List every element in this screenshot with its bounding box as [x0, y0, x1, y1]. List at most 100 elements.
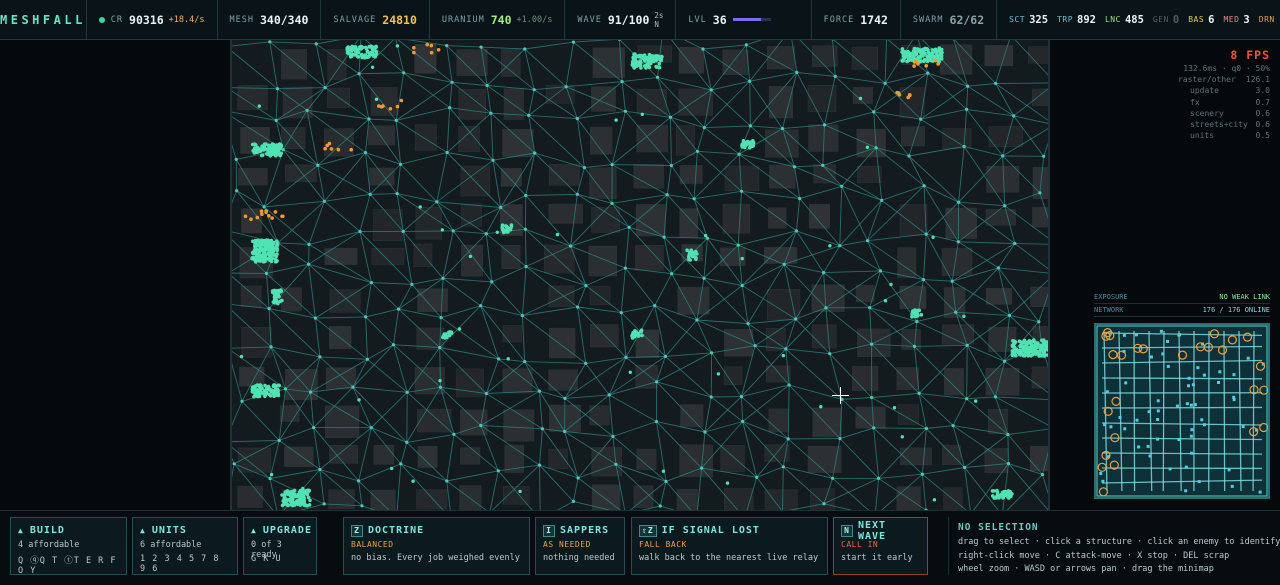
upgrade-hotkeys: G K U — [251, 554, 282, 564]
city-block — [676, 125, 696, 156]
relay-node — [368, 192, 372, 196]
mesh-link — [352, 386, 408, 393]
city-block — [415, 207, 442, 240]
mesh-link — [406, 433, 455, 443]
unit-marker — [929, 58, 934, 63]
mesh-link — [665, 352, 712, 357]
relay-node — [445, 150, 449, 155]
relay-node — [308, 390, 313, 394]
signal-lost-button[interactable]: ⇧Z IF SIGNAL LOST FALL BACK walk back to … — [631, 517, 828, 575]
next-wave-button[interactable]: N NEXT WAVE CALL IN start it early — [833, 517, 928, 575]
relay-node — [523, 360, 527, 364]
mesh-link — [966, 396, 996, 400]
game-map[interactable] — [230, 40, 1050, 510]
mesh-link — [314, 318, 321, 357]
unit-marker — [308, 498, 312, 503]
unit-marker — [449, 331, 454, 335]
city-block — [678, 47, 705, 74]
minimap-link — [1101, 345, 1263, 349]
relay-node — [479, 423, 483, 428]
build-panel[interactable]: ▲ BUILD 4 affordable Q ⓠQ T ⓣT E R F O Y — [10, 517, 127, 576]
unit-marker — [269, 472, 274, 477]
unit-marker — [444, 335, 448, 340]
unit-marker — [932, 498, 937, 502]
enemy-marker — [412, 46, 416, 50]
relay-node — [479, 45, 483, 49]
selection-hint: right-click move · C attack-move · X sto… — [958, 550, 1230, 561]
unit-marker — [889, 282, 893, 287]
relay-node — [746, 322, 750, 326]
relay-node — [1006, 462, 1011, 466]
enemy-marker — [936, 62, 940, 66]
unit-marker — [299, 500, 304, 504]
sappers-button[interactable]: I SAPPERS AS NEEDED nothing needed — [535, 517, 625, 575]
doctrine-hotkey: Z — [351, 524, 363, 537]
mesh-link — [367, 344, 394, 360]
unit-count-trp: TRP 892 — [1057, 14, 1096, 26]
relay-node — [695, 318, 699, 322]
mesh-link — [398, 284, 413, 310]
uranium-counter: URANIUM 740 +1.00/s — [430, 0, 566, 39]
mesh-link — [967, 85, 1014, 117]
mesh-link — [795, 198, 801, 231]
minimap-canvas[interactable] — [1096, 325, 1268, 497]
mesh-link — [966, 345, 968, 399]
unit-marker — [1032, 339, 1036, 344]
relay-node — [795, 70, 799, 74]
minimap-unit — [1197, 480, 1201, 484]
unit-marker — [370, 65, 375, 69]
mesh-link — [395, 120, 402, 165]
mesh-link — [539, 465, 541, 510]
mesh-link — [359, 231, 372, 283]
mesh-link — [670, 117, 672, 166]
unit-marker — [295, 502, 300, 506]
mesh-link — [664, 236, 708, 239]
mesh-link — [1007, 428, 1048, 435]
relay-node — [878, 269, 883, 273]
exposure-line: EXPOSURE NO WEAK LINK — [1094, 291, 1270, 304]
unit-marker — [923, 51, 927, 56]
enemy-marker — [429, 43, 434, 48]
mesh-link — [365, 152, 401, 165]
minimap[interactable] — [1094, 323, 1270, 499]
relay-node — [912, 344, 917, 348]
level-progress-bar — [732, 18, 771, 21]
unit-marker — [274, 154, 278, 158]
enemy-marker — [912, 64, 916, 68]
mesh-link — [867, 200, 883, 241]
unit-marker — [995, 492, 1000, 497]
mesh-link — [371, 282, 412, 285]
mesh-link — [995, 82, 1048, 84]
network-line: NETWORK 176 / 176 ONLINE — [1094, 304, 1270, 317]
upgrade-panel[interactable]: ▲ UPGRADE 0 of 3 ready G K U — [243, 517, 317, 575]
unit-marker — [351, 53, 355, 57]
unit-marker — [500, 225, 505, 230]
minimap-link — [1238, 330, 1242, 492]
minimap-unit — [1200, 418, 1204, 422]
relay-node — [924, 426, 929, 431]
perf-row: units 0.5 — [1190, 130, 1270, 141]
relay-node — [1003, 204, 1007, 208]
mesh-link — [269, 469, 320, 479]
mesh-link — [275, 88, 278, 121]
mesh-link — [352, 344, 394, 388]
unit-count-value: 325 — [1029, 13, 1049, 26]
crosshair-cursor — [832, 387, 849, 404]
relay-node — [357, 479, 361, 483]
city-block — [414, 124, 437, 151]
wave-counter[interactable]: WAVE 91/100 2s N — [565, 0, 677, 39]
unit-marker — [716, 372, 721, 376]
unit-count-bas: BAS 6 — [1188, 14, 1214, 26]
relay-node — [663, 354, 667, 358]
unit-marker — [1034, 351, 1039, 355]
doctrine-button[interactable]: Z DOCTRINE BALANCED no bias. Every job we… — [343, 517, 530, 575]
wave-value: 91/100 — [607, 12, 650, 27]
level-label: LVL — [688, 14, 707, 25]
unit-marker — [275, 391, 279, 395]
units-panel[interactable]: ▲ UNITS 6 affordable 1 2 3 4 5 7 8 9 6 — [132, 517, 238, 575]
mesh-link — [270, 346, 286, 390]
map-canvas[interactable] — [232, 40, 1048, 510]
unit-marker — [280, 503, 285, 508]
enemy-marker — [323, 146, 327, 151]
mesh-link — [264, 200, 325, 208]
